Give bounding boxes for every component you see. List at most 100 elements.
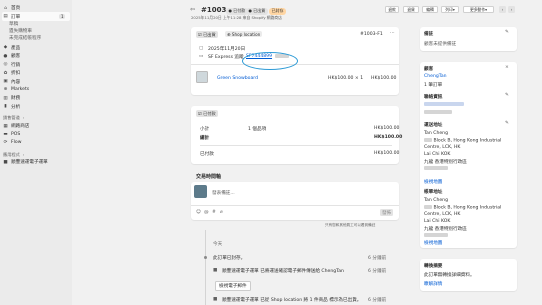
- line-total: HK$100.00: [371, 76, 397, 81]
- conversion-title: 轉換摘要: [424, 264, 443, 269]
- item-count: 1 個品項: [248, 127, 267, 132]
- hashtag-icon[interactable]: #: [212, 210, 216, 215]
- location-tag: ⊕ Shop location: [225, 31, 263, 37]
- page-title: #1003: [201, 6, 227, 14]
- tracking-highlight-annotation: [242, 52, 298, 70]
- tag-icon: ◆: [3, 45, 8, 51]
- redacted-text: [424, 138, 432, 142]
- nav-customers[interactable]: ● 顧客: [0, 52, 72, 60]
- flow-icon: ⟳: [3, 140, 8, 146]
- timeline-title: 交易時間軸: [196, 174, 222, 180]
- timeline-dot: [204, 256, 207, 259]
- chevron-right-icon: ›: [22, 152, 25, 157]
- nav-app-sf-express[interactable]: ■ 順豐速運電子運單: [0, 158, 72, 166]
- nav-analytics[interactable]: ▮ 分析: [0, 103, 72, 111]
- emoji-icon[interactable]: ☺: [196, 210, 201, 215]
- close-icon[interactable]: ×: [505, 65, 509, 70]
- nav-drafts[interactable]: 草稿: [0, 21, 72, 28]
- app-icon: ■: [3, 159, 8, 165]
- nav-abandoned-checkouts[interactable]: 未完成結帳程序: [0, 35, 72, 42]
- bill-map-link[interactable]: 檢視地圖: [424, 240, 442, 246]
- app-icon: ■: [213, 297, 218, 302]
- order-subtitle: 2025年11月20日 上午11:28 來自 Shopify 網路商店: [191, 15, 282, 20]
- status-badge-fulfilled: ● 已出貨: [246, 7, 268, 15]
- sidebar: ⌂ 首頁 ▤ 訂單 1 草稿 遺失購物車 未完成結帳程序 ◆ 產品 ● 顧客 ◎ 行銷 ✿ 折…: [0, 0, 72, 305]
- timeline-event-time: 6 分鐘前: [368, 298, 387, 303]
- customer-name-link[interactable]: ChengTan: [424, 74, 447, 79]
- nav-abandoned-carts[interactable]: 遺失購物車: [0, 28, 72, 35]
- mention-icon[interactable]: @: [204, 210, 209, 215]
- bill-line: Lai Chi KOK: [424, 219, 451, 224]
- home-icon: ⌂: [4, 5, 7, 11]
- status-badge-archived: 已封存: [269, 7, 286, 15]
- nav-home[interactable]: ⌂ 首頁: [0, 4, 72, 12]
- pos-icon: ▬: [3, 131, 8, 137]
- conversion-card: 轉換摘要 此訂單無轉換詳細資料。 瞭解詳情: [420, 259, 517, 291]
- sales-channels-header[interactable]: 銷售管道 ›: [0, 115, 72, 122]
- print-button[interactable]: 列印 ▾: [441, 6, 459, 13]
- subtotal-label: 小計: [200, 127, 210, 132]
- payment-card: ☑ 已付款 小計 1 個品項 HK$100.00 總計 HK$100.00 已付…: [191, 106, 403, 164]
- return-button[interactable]: 退貨: [403, 6, 419, 13]
- subtotal-value: HK$100.00: [374, 126, 400, 131]
- bank-icon: ▥: [3, 95, 8, 101]
- edit-pencil-icon[interactable]: ✎: [505, 30, 509, 35]
- product-thumbnail: [196, 71, 208, 83]
- globe-icon: ⊕: [3, 87, 8, 93]
- timeline-note: 只有您和其他員工可以看到備註: [325, 223, 376, 227]
- nav-pos[interactable]: ▬ POS: [0, 130, 72, 138]
- prev-order-icon[interactable]: ‹: [499, 6, 506, 13]
- timeline-event: 順豐速運電子運單 已從 Shop location 將 1 件商品 標示為已出貨…: [222, 298, 362, 303]
- view-email-button[interactable]: 檢視電子郵件: [215, 281, 251, 291]
- product-name-link[interactable]: Green Snowboard: [217, 76, 258, 81]
- app-icon: ■: [213, 268, 218, 273]
- redacted-phone: [424, 110, 452, 114]
- timeline-event: 此訂單已封存。: [213, 256, 246, 261]
- customer-card: 顧客 × ChengTan 1 筆訂單 聯絡資訊 ✎ 運送地址 ✎ Tan Ch…: [420, 62, 517, 248]
- learn-more-link[interactable]: 瞭解詳情: [424, 281, 442, 287]
- redacted-phone: [424, 166, 448, 170]
- inbox-icon: ▤: [3, 14, 8, 20]
- attach-icon[interactable]: ⌀: [220, 210, 223, 215]
- nav-flow[interactable]: ⟳ Flow: [0, 139, 72, 147]
- bill-line: Centre, LCK, HK: [424, 212, 461, 217]
- timeline-line: [205, 230, 206, 305]
- nav-online-store[interactable]: ▦ 網路商店: [0, 122, 72, 130]
- apps-header[interactable]: 應用程式 ›: [0, 151, 72, 158]
- nav-orders[interactable]: ▤ 訂單 1: [2, 12, 70, 21]
- edit-pencil-icon[interactable]: ✎: [505, 121, 509, 126]
- bill-line: Block B, Hong Kong Industrial: [433, 205, 502, 211]
- billing-title: 帳單地址: [424, 190, 443, 195]
- nav-content[interactable]: ▣ 內容: [0, 77, 72, 85]
- nav-products[interactable]: ◆ 產品: [0, 44, 72, 52]
- ship-line: Block B, Hong Kong Industrial: [433, 138, 502, 144]
- ship-line: Centre, LCK, HK: [424, 145, 461, 150]
- nav-marketing[interactable]: ◎ 行銷: [0, 61, 72, 69]
- shipping-title: 運送地址: [424, 123, 443, 128]
- paid-value: HK$100.00: [374, 151, 400, 156]
- unit-price: HK$100.00 × 1: [328, 76, 364, 81]
- post-button[interactable]: 發佈: [380, 209, 394, 216]
- notes-title: 備註: [424, 32, 434, 37]
- nav-discounts[interactable]: ✿ 折扣: [0, 69, 72, 77]
- chevron-right-icon: ›: [22, 116, 25, 121]
- bill-line: 九龍 香港特別行政區: [424, 227, 467, 232]
- refund-button[interactable]: 退款: [385, 6, 399, 13]
- timeline-event: 順豐速運電子運單 已將運送確認電子郵件傳送給 ChengTan: [222, 269, 344, 274]
- redacted-email: [424, 102, 464, 106]
- back-arrow-icon[interactable]: ⇦: [190, 6, 195, 13]
- next-order-icon[interactable]: ›: [508, 6, 515, 13]
- nav-markets[interactable]: ⊕ Markets: [0, 86, 72, 94]
- more-actions-button[interactable]: 更多動作 ▾: [463, 6, 494, 13]
- edit-button[interactable]: 編輯: [422, 6, 438, 13]
- ship-line: Lai Chi KOK: [424, 152, 451, 157]
- edit-pencil-icon[interactable]: ✎: [505, 93, 509, 98]
- paid-status-tag: ☑ 已付款: [196, 110, 218, 117]
- more-icon[interactable]: ⋯: [390, 31, 395, 36]
- comment-box: 發表備註... ☺ @ # ⌀ 發佈: [191, 182, 399, 220]
- ship-map-link[interactable]: 檢視地圖: [424, 179, 442, 185]
- notes-empty: 顧客未提供備註: [424, 42, 457, 47]
- nav-finance[interactable]: ▥ 財務: [0, 94, 72, 102]
- total-value: HK$100.00: [374, 135, 403, 140]
- comment-input[interactable]: 發表備註...: [212, 190, 235, 196]
